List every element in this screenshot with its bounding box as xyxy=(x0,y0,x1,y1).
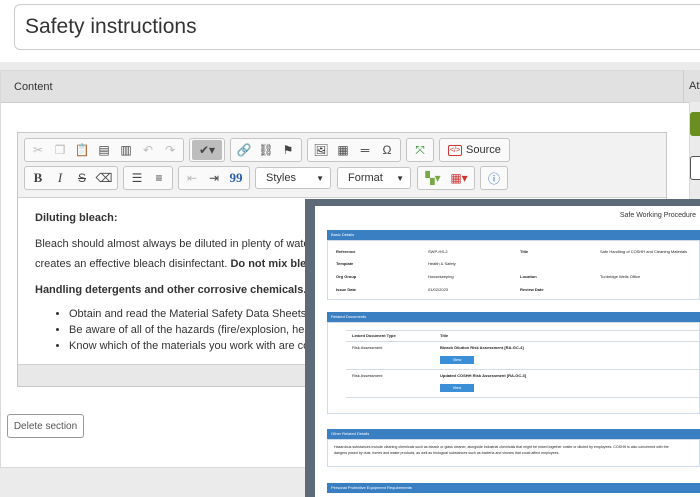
link-icon[interactable]: 🔗 xyxy=(233,140,255,160)
row-1-view-button[interactable]: View xyxy=(440,356,474,364)
issue-date-value: 01/02/2023 xyxy=(428,287,449,292)
format-label: Format xyxy=(348,172,383,184)
source-icon: </> xyxy=(448,144,462,156)
cut-icon[interactable]: ✂ xyxy=(27,140,49,160)
redo-icon[interactable]: ↷ xyxy=(159,140,181,160)
issue-date-label: Issue Date xyxy=(336,287,357,292)
info-icon[interactable]: ⓘ xyxy=(483,168,505,188)
source-button[interactable]: </> Source xyxy=(442,144,507,156)
delete-section-button[interactable]: Delete section xyxy=(7,414,84,438)
location-label: Location xyxy=(520,274,537,279)
related-documents-box: Linked Document Type Title Risk Assessme… xyxy=(327,322,700,414)
side-panel-header: At xyxy=(683,70,700,102)
color-group: ▚▾ ▦▾ xyxy=(417,166,475,190)
source-label: Source xyxy=(466,144,501,156)
preview-title: Safe Working Procedure xyxy=(619,212,696,219)
format-group: B I S ⌫ xyxy=(24,166,118,190)
anchor-icon[interactable]: ⚑ xyxy=(277,140,299,160)
related-documents-bar: Related Documents xyxy=(327,312,700,322)
template-label: Template xyxy=(336,261,354,266)
other-details-box: Hazardous substances include cleaning ch… xyxy=(327,439,700,467)
basic-details-box: Reference SWP-HS-2 Title Safe Handling o… xyxy=(327,240,700,300)
table-line xyxy=(346,341,700,342)
row-1-title: Bleach Dilution Risk Assessment [RA-GC-4… xyxy=(440,345,524,350)
maximize-group: ⤧ xyxy=(406,138,434,162)
org-group-label: Org Group xyxy=(336,274,357,279)
clipboard-group: ✂ ❐ 📋 ▤ ▥ ↶ ↷ xyxy=(24,138,184,162)
side-green-button[interactable] xyxy=(690,112,700,136)
column-header-type: Linked Document Type xyxy=(352,333,396,338)
indent-group: ⇤ ⇥ 99 xyxy=(178,166,250,190)
undo-icon[interactable]: ↶ xyxy=(137,140,159,160)
location-value: Tunbridge Wells Office xyxy=(600,274,641,279)
table-icon[interactable]: ▦ xyxy=(332,140,354,160)
title-value: Safe Handling of COSHH and Cleaning Mate… xyxy=(600,249,688,254)
reference-label: Reference xyxy=(336,249,356,254)
insert-group: 🖼 ▦ ═ Ω xyxy=(307,138,401,162)
spellcheck-group: ✔▾ xyxy=(189,138,225,162)
template-value: Health & Safety xyxy=(428,261,456,266)
row-2-view-button[interactable]: View xyxy=(440,384,474,392)
styles-label: Styles xyxy=(266,172,296,184)
source-group: </> Source xyxy=(439,138,510,162)
links-group: 🔗 ⛓ ⚑ xyxy=(230,138,302,162)
table-line xyxy=(346,397,700,398)
chevron-down-icon: ▼ xyxy=(396,173,404,183)
numbered-list-icon[interactable]: ☰ xyxy=(126,168,148,188)
document-preview: Safe Working Procedure Basic Details Ref… xyxy=(305,199,700,497)
title-input[interactable]: Safety instructions xyxy=(14,4,700,50)
title-label: Title xyxy=(520,249,529,254)
other-details-line-1: Hazardous substances include cleaning ch… xyxy=(334,445,669,449)
bold-button[interactable]: B xyxy=(27,168,49,188)
paragraph-warning: Do not mix blea xyxy=(230,258,313,270)
image-icon[interactable]: 🖼 xyxy=(310,140,332,160)
chevron-down-icon: ▼ xyxy=(316,173,324,183)
indent-icon[interactable]: ⇥ xyxy=(203,168,225,188)
list-group: ☰ ≡ xyxy=(123,166,173,190)
special-char-icon[interactable]: Ω xyxy=(376,140,398,160)
editor-toolbar: ✂ ❐ 📋 ▤ ▥ ↶ ↷ ✔▾ 🔗 ⛓ ⚑ 🖼 ▦ ═ Ω ⤧ </> Sou… xyxy=(18,133,666,198)
paste-icon[interactable]: 📋 xyxy=(71,140,93,160)
maximize-icon[interactable]: ⤧ xyxy=(409,140,431,160)
column-header-title: Title xyxy=(440,333,449,338)
basic-details-bar: Basic Details xyxy=(327,230,700,240)
remove-format-icon[interactable]: ⌫ xyxy=(93,168,115,188)
unlink-icon[interactable]: ⛓ xyxy=(255,140,277,160)
org-group-value: Housekeeping xyxy=(428,274,454,279)
table-insert-icon[interactable]: ▦▾ xyxy=(446,168,472,188)
row-1-type: Risk Assessment xyxy=(352,345,383,350)
ppe-bar: Personal Protective Equipment Requiremen… xyxy=(327,483,700,493)
page: Safety instructions Content At ✂ ❐ 📋 ▤ ▥… xyxy=(0,0,700,497)
toolbar-row-1: ✂ ❐ 📋 ▤ ▥ ↶ ↷ ✔▾ 🔗 ⛓ ⚑ 🖼 ▦ ═ Ω ⤧ </> Sou… xyxy=(24,138,666,162)
text-color-icon[interactable]: ▚▾ xyxy=(420,168,446,188)
row-2-title: Updated COSHH Risk Assessment [RA-GC-3] xyxy=(440,373,527,378)
table-line xyxy=(346,330,700,331)
paste-word-icon[interactable]: ▥ xyxy=(115,140,137,160)
other-details-line-2: dangers posed by dust, fumes and waste p… xyxy=(334,451,560,455)
toolbar-row-2: B I S ⌫ ☰ ≡ ⇤ ⇥ 99 Styles ▼ Format ▼ ▚▾ … xyxy=(24,166,666,190)
reference-value: SWP-HS-2 xyxy=(428,249,448,254)
side-checkbox[interactable] xyxy=(690,156,700,180)
table-line xyxy=(346,369,700,370)
strike-button[interactable]: S xyxy=(71,168,93,188)
horizontal-line-icon[interactable]: ═ xyxy=(354,140,376,160)
outdent-icon[interactable]: ⇤ xyxy=(181,168,203,188)
paragraph-line-2: creates an effective bleach disinfectant… xyxy=(35,258,231,270)
blockquote-button[interactable]: 99 xyxy=(225,168,247,188)
spellcheck-icon[interactable]: ✔▾ xyxy=(192,140,222,160)
preview-sheet: Safe Working Procedure Basic Details Ref… xyxy=(315,206,700,497)
panel-header: Content xyxy=(1,71,689,103)
title-area: Safety instructions xyxy=(0,0,700,62)
italic-button[interactable]: I xyxy=(49,168,71,188)
styles-dropdown[interactable]: Styles ▼ xyxy=(255,167,331,189)
row-2-type: Risk Assessment xyxy=(352,373,383,378)
about-group: ⓘ xyxy=(480,166,508,190)
paste-text-icon[interactable]: ▤ xyxy=(93,140,115,160)
format-dropdown[interactable]: Format ▼ xyxy=(337,167,411,189)
bulleted-list-icon[interactable]: ≡ xyxy=(148,168,170,188)
paragraph-line-1: Bleach should almost always be diluted i… xyxy=(35,238,310,250)
copy-icon[interactable]: ❐ xyxy=(49,140,71,160)
other-details-bar: Other Related Details xyxy=(327,429,700,439)
review-date-label: Review Date xyxy=(520,287,544,292)
